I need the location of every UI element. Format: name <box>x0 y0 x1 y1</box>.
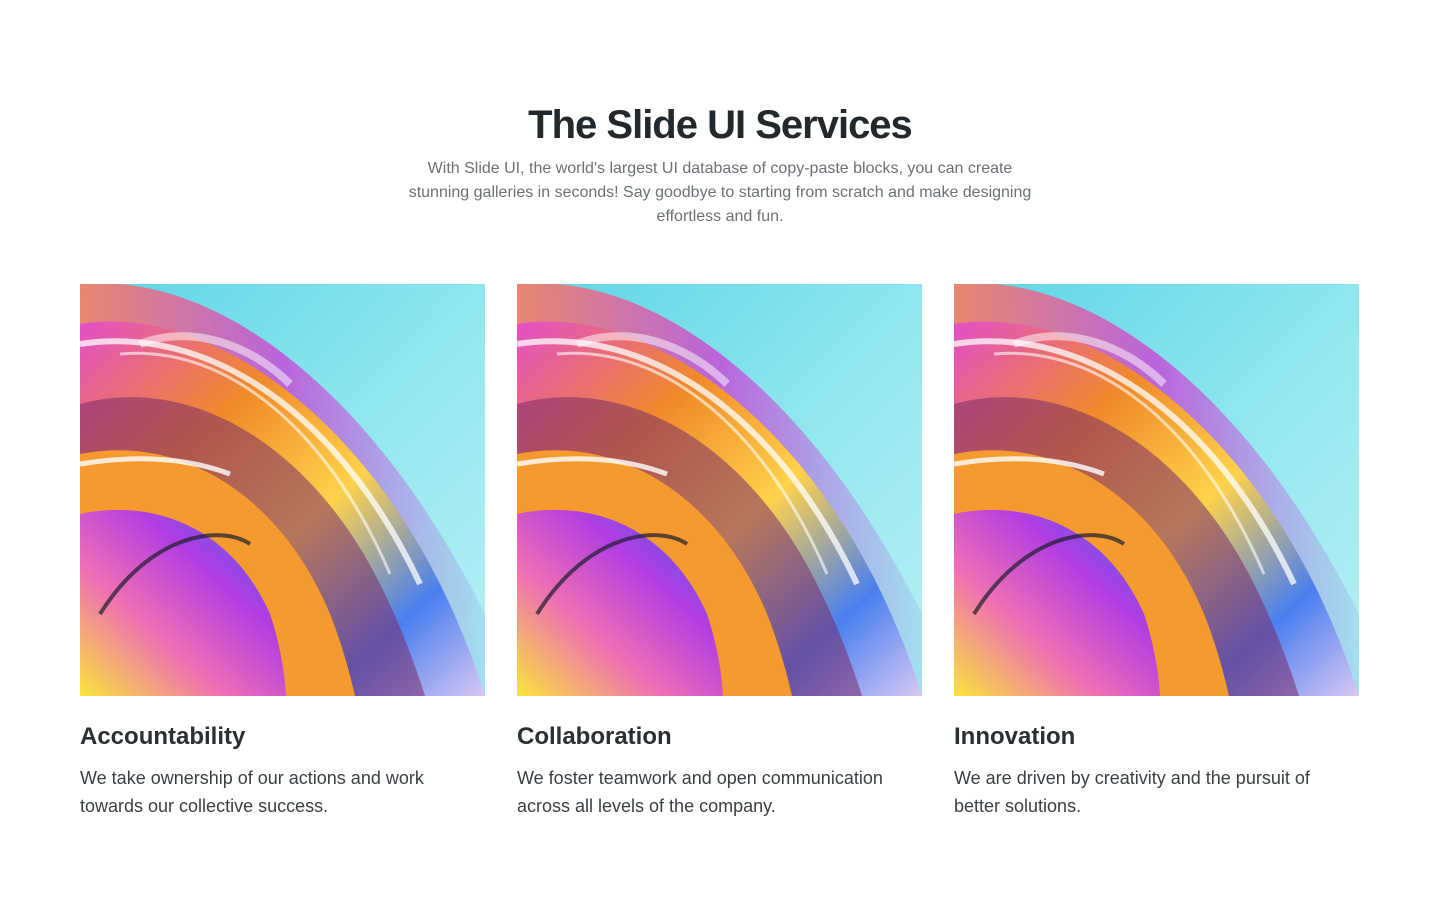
abstract-swirl-image <box>954 284 1359 696</box>
card-title: Collaboration <box>517 723 672 750</box>
services-section: The Slide UI Services With Slide UI, the… <box>0 0 1440 921</box>
card-description: We are driven by creativity and the purs… <box>954 768 1310 816</box>
abstract-swirl-image <box>80 284 485 696</box>
section-subtitle: With Slide UI, the world's largest UI da… <box>408 160 1032 225</box>
services-grid: Accountability We take ownership of our … <box>80 284 1360 820</box>
card-title: Accountability <box>80 723 246 750</box>
service-card-accountability: Accountability We take ownership of our … <box>80 284 485 820</box>
card-description: We take ownership of our actions and wor… <box>80 768 424 816</box>
card-title: Innovation <box>954 723 1076 750</box>
service-card-innovation: Innovation We are driven by creativity a… <box>954 284 1359 820</box>
section-title: The Slide UI Services <box>528 103 913 147</box>
service-card-collaboration: Collaboration We foster teamwork and ope… <box>517 284 922 820</box>
section-header: The Slide UI Services With Slide UI, the… <box>0 100 1440 229</box>
card-description: We foster teamwork and open communicatio… <box>517 768 883 816</box>
abstract-swirl-image <box>517 284 922 696</box>
